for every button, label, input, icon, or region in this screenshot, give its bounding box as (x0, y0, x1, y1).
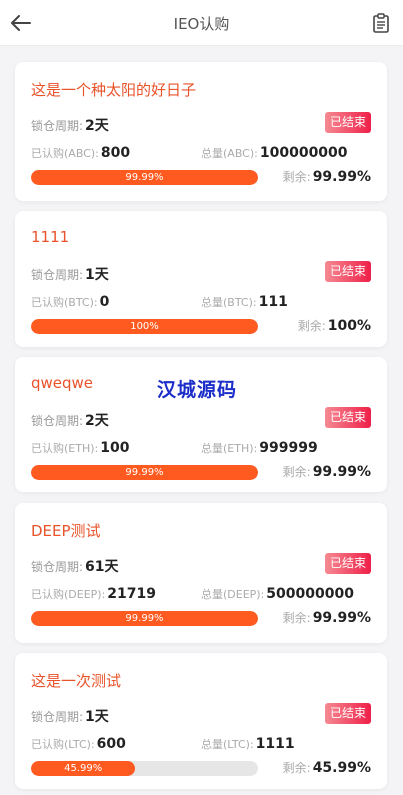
remain-row: 剩余: 99.99% (283, 168, 371, 185)
total-label: 总量(DEEP): (201, 588, 265, 601)
remain-label: 剩余: (282, 465, 311, 479)
clipboard-icon[interactable] (371, 12, 391, 34)
progress-percent: 100% (130, 321, 159, 332)
subscribed-row: 已认购(ABC): 800 (31, 145, 130, 161)
top-bar: IEO认购 (0, 0, 403, 46)
remain-value: 99.99% (312, 610, 371, 626)
total-row: 总量(ETH): 999999 (201, 440, 318, 456)
remain-row: 剩余: 99.99% (283, 463, 371, 480)
subscribed-value: 100 (100, 440, 130, 456)
project-title: 这是一个种太阳的好日子 (31, 81, 197, 99)
total-row: 总量(ABC): 100000000 (201, 145, 348, 161)
subscribed-value: 600 (96, 736, 126, 752)
progress-bar: 99.99% (31, 170, 258, 185)
remain-value: 100% (327, 318, 371, 334)
remain-label: 剩余: (282, 170, 311, 184)
project-card[interactable]: 这是一个种太阳的好日子 锁仓周期: 2天 已结束 已认购(ABC): 800 总… (15, 62, 387, 201)
lock-period-value: 1天 (85, 267, 109, 283)
remain-value: 99.99% (312, 464, 371, 480)
status-badge: 已结束 (324, 112, 371, 133)
progress-percent: 45.99% (64, 763, 103, 774)
project-title: DEEP测试 (31, 522, 101, 540)
status-badge: 已结束 (324, 553, 371, 574)
remain-value: 45.99% (312, 760, 371, 776)
remain-value: 99.99% (312, 169, 371, 185)
project-title: 1111 (31, 228, 70, 246)
total-label: 总量(ETH): (201, 442, 258, 455)
page-title: IEO认购 (173, 15, 230, 33)
lock-period-row: 锁仓周期: 2天 (31, 410, 109, 430)
total-label: 总量(LTC): (201, 738, 254, 751)
progress-bar: 100% (31, 319, 258, 334)
total-value: 999999 (259, 440, 318, 456)
subscribed-label: 已认购(BTC): (31, 296, 98, 309)
lock-period-row: 锁仓周期: 61天 (31, 556, 119, 576)
status-badge: 已结束 (324, 261, 371, 282)
lock-period-value: 2天 (85, 413, 109, 429)
subscribed-label: 已认购(ABC): (31, 147, 99, 160)
total-value: 1111 (255, 736, 295, 752)
remain-row: 剩余: 45.99% (283, 759, 371, 776)
lock-period-row: 锁仓周期: 2天 (31, 115, 109, 135)
remain-row: 剩余: 99.99% (283, 609, 371, 626)
subscribed-value: 0 (99, 294, 110, 310)
progress-percent: 99.99% (125, 172, 164, 183)
project-title: 这是一次测试 (31, 672, 122, 690)
status-badge: 已结束 (324, 703, 371, 724)
lock-period-value: 61天 (85, 559, 119, 575)
subscribed-row: 已认购(DEEP): 21719 (31, 586, 156, 602)
watermark-text: 汉城源码 (157, 379, 238, 401)
subscribed-row: 已认购(ETH): 100 (31, 440, 129, 456)
subscribed-value: 800 (100, 145, 131, 161)
subscribed-value: 21719 (107, 586, 157, 602)
lock-period-value: 1天 (85, 709, 109, 725)
lock-period-label: 锁仓周期: (31, 268, 84, 282)
progress-bar: 45.99% (31, 761, 258, 776)
progress-percent: 99.99% (125, 613, 164, 624)
total-label: 总量(BTC): (201, 296, 257, 309)
lock-period-value: 2天 (85, 118, 109, 134)
project-card[interactable]: DEEP测试 锁仓周期: 61天 已结束 已认购(DEEP): 21719 总量… (15, 503, 387, 643)
lock-period-label: 锁仓周期: (31, 560, 84, 574)
remain-label: 剩余: (282, 761, 311, 775)
project-card[interactable]: 1111 锁仓周期: 1天 已结束 已认购(BTC): 0 总量(BTC): 1… (15, 211, 387, 347)
total-row: 总量(BTC): 111 (201, 294, 288, 310)
lock-period-row: 锁仓周期: 1天 (31, 264, 109, 284)
progress-bar: 99.99% (31, 611, 258, 626)
subscribed-row: 已认购(BTC): 0 (31, 294, 109, 310)
total-value: 100000000 (259, 145, 348, 161)
total-row: 总量(LTC): 1111 (201, 736, 295, 752)
subscribed-row: 已认购(LTC): 600 (31, 736, 126, 752)
status-badge: 已结束 (324, 407, 371, 428)
lock-period-label: 锁仓周期: (31, 119, 84, 133)
subscribed-label: 已认购(LTC): (31, 738, 95, 751)
total-label: 总量(ABC): (201, 147, 258, 160)
remain-label: 剩余: (297, 319, 326, 333)
remain-label: 剩余: (282, 611, 311, 625)
lock-period-row: 锁仓周期: 1天 (31, 706, 109, 726)
total-value: 111 (258, 294, 288, 310)
lock-period-label: 锁仓周期: (31, 710, 84, 724)
remain-row: 剩余: 100% (298, 317, 371, 334)
total-value: 500000000 (266, 586, 354, 602)
subscribed-label: 已认购(DEEP): (31, 588, 106, 601)
project-title: qweqwe (31, 374, 94, 392)
project-card[interactable]: 这是一次测试 锁仓周期: 1天 已结束 已认购(LTC): 600 总量(LTC… (15, 653, 387, 789)
total-row: 总量(DEEP): 500000000 (201, 586, 354, 602)
progress-percent: 99.99% (125, 467, 164, 478)
progress-bar: 99.99% (31, 465, 258, 480)
subscribed-label: 已认购(ETH): (31, 442, 99, 455)
lock-period-label: 锁仓周期: (31, 414, 84, 428)
